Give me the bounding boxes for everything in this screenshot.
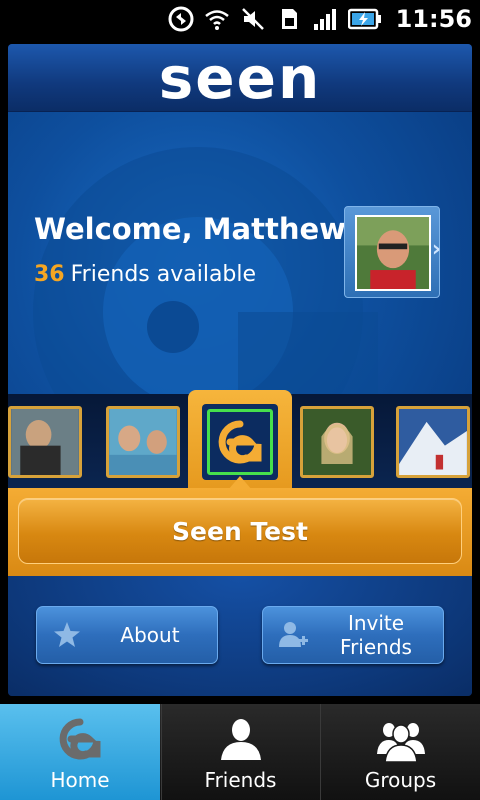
friend-thumbnail[interactable] [106,406,180,478]
status-time: 11:56 [395,5,472,33]
tab-home-label: Home [50,768,110,792]
signal-icon [313,9,336,30]
invite-friends-label: Invite Friends [309,611,443,659]
about-label: About [120,623,180,647]
mute-icon [241,8,264,30]
tab-home[interactable]: Home [0,704,160,800]
seen-logo: seen [158,44,322,112]
seen-logo-icon [218,420,262,464]
wifi-icon [204,10,229,30]
star-icon [54,622,80,647]
welcome-title: Welcome, Matthew! [34,212,360,246]
friend-thumbnail[interactable] [8,406,82,478]
selected-title-button[interactable]: Seen Test [18,498,462,564]
invite-friends-button[interactable]: Invite Friends [262,606,444,664]
about-button[interactable]: About [36,606,218,664]
action-area: About Invite Friends [8,576,472,696]
selected-title: Seen Test [172,516,308,546]
selected-friend-tab[interactable] [188,390,292,488]
welcome-panel: Welcome, Matthew! 36 Friends available › [8,112,472,394]
status-icons: 11:56 [168,0,472,38]
sim-icon [281,9,297,29]
battery-charging-icon [347,8,381,30]
friends-available: 36 Friends available [34,262,256,287]
invite-label-line2: Friends [340,635,412,659]
tab-friends[interactable]: Friends [161,704,319,800]
friends-count: 36 [34,262,65,287]
person-icon [220,719,261,760]
seen-logo-icon [59,718,101,760]
friend-thumbnail[interactable] [300,406,374,478]
selected-title-band: Seen Test [8,488,472,576]
invite-label-line1: Invite [347,611,405,635]
selected-thumbnail [202,404,278,480]
friend-thumbnail[interactable] [396,406,470,478]
group-icon [376,723,425,762]
add-person-icon [279,622,308,647]
tab-groups[interactable]: Groups [320,704,480,800]
tab-friends-label: Friends [204,768,277,792]
app-header: seen [8,44,472,112]
bottom-nav: Home Friends Groups [0,704,480,800]
friends-label: Friends available [70,262,257,287]
tab-groups-label: Groups [364,768,437,792]
app-frame: seen Welcome, Matthew! 36 Friends availab… [8,44,472,696]
chevron-right-icon: › [431,237,441,262]
sync-icon [168,6,194,32]
profile-avatar [355,215,431,291]
profile-card[interactable]: › [344,206,441,298]
status-bar: 11:56 [0,0,480,38]
